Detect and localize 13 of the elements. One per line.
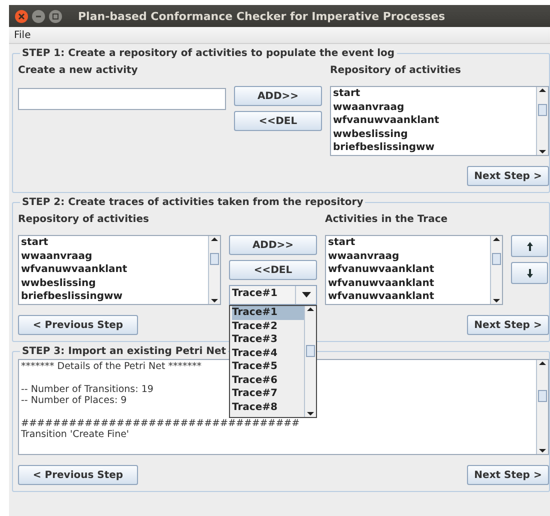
list-label: Activities in the Trace bbox=[325, 213, 449, 227]
text-line: ################################### bbox=[21, 418, 300, 429]
text-line: -- Number of Places: 9 bbox=[21, 395, 127, 406]
list-label: Repository of activities bbox=[18, 213, 150, 227]
text-line: ******* Details of the Petri Net ******* bbox=[21, 361, 202, 372]
text-line: -- Number of Transitions: 19 bbox=[21, 384, 154, 395]
step-title: STEP 2: Create traces of activities taken from the repository bbox=[21, 197, 364, 208]
step-title: STEP 1: Create a repository of activities to populate the event log bbox=[21, 48, 396, 59]
list-label: Repository of activities bbox=[330, 64, 462, 78]
window-title: Plan-based Conformance Checker for Imperative Processes bbox=[78, 10, 445, 22]
text-line: Transition 'Create Fine' bbox=[21, 429, 130, 440]
field-label: Create a new activity bbox=[18, 64, 139, 78]
step-title: STEP 3: Import an existing Petri Net bbox=[21, 346, 228, 357]
